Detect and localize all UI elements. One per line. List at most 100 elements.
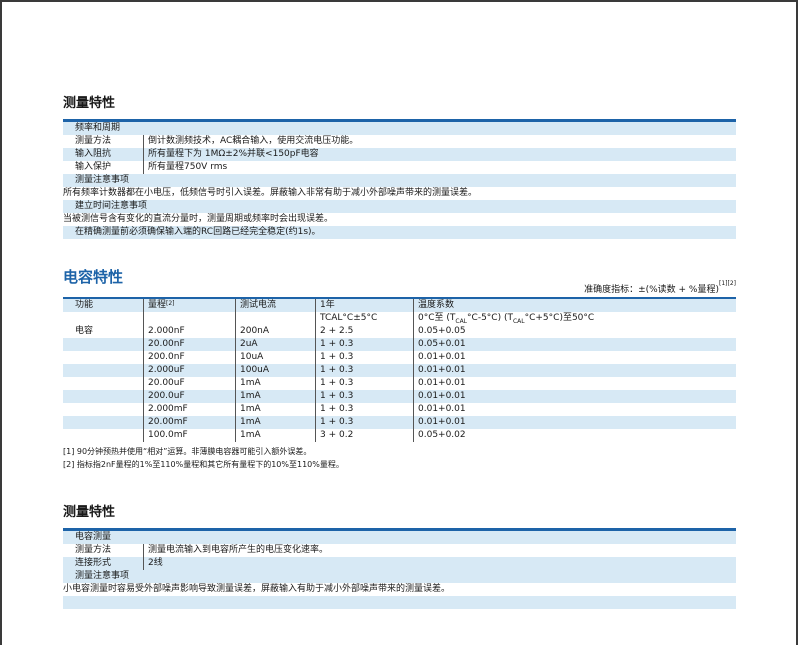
table-row: 2.000uF 100uA 1 + 0.3 0.01+0.01 (63, 364, 736, 377)
cell-tempco: 0.01+0.01 (413, 416, 466, 429)
cell-year: 1 + 0.3 (315, 377, 353, 390)
capacitance-measure-section: 测量特性 电容测量 测量方法 测量电流输入到电容所产生的电压变化速率。 连接形式… (63, 504, 736, 609)
cell-tempco: 0.05+0.02 (413, 429, 466, 442)
capacitance-spec-section: 电容特性 准确度指标：±(%读数 + %量程)[1][2] 功能 量程[2] 测… (63, 268, 736, 471)
cell-range: 100.0mF (143, 429, 188, 442)
cell-tempco: 0.01+0.01 (413, 351, 466, 364)
footnote: [2] 指标指2nF量程的1%至110%量程和其它所有量程下的10%至110%量… (63, 460, 344, 469)
subheader-tempco: 0°C至 (TCAL°C-5°C) (TCAL°C+5°C)至50°C (413, 312, 594, 325)
note-text: 在精确测量前必须确保输入端的RC回路已经完全稳定(约1s)。 (75, 227, 321, 237)
spec-label: 输入阻抗 (75, 149, 112, 159)
accuracy-note: 准确度指标：±(%读数 + %量程)[1][2] (584, 280, 736, 295)
cell-year: 1 + 0.3 (315, 390, 353, 403)
section-title: 测量特性 (63, 96, 116, 111)
cell-current: 1mA (235, 377, 261, 390)
spec-row: 输入保护 所有量程750V rms (63, 161, 736, 174)
col-header-function: 功能 (75, 300, 94, 310)
cell-tempco: 0.01+0.01 (413, 377, 466, 390)
spec-row: 测量方法 倒计数测频技术，AC耦合输入，使用交流电压功能。 (63, 135, 736, 148)
note-text: 小电容测量时容易受外部噪声影响导致测量误差，屏蔽输入有助于减小外部噪声带来的测量… (63, 584, 451, 594)
page-border-top (0, 0, 798, 2)
cell-current: 10uA (235, 351, 263, 364)
note-row: 在精确测量前必须确保输入端的RC回路已经完全稳定(约1s)。 (63, 226, 736, 239)
cell-tempco: 0.05+0.01 (413, 338, 466, 351)
note-row: 小电容测量时容易受外部噪声影响导致测量误差，屏蔽输入有助于减小外部噪声带来的测量… (63, 583, 736, 596)
cell-range: 20.00nF (143, 338, 185, 351)
cell-range: 20.00uF (143, 377, 185, 390)
cell-year: 3 + 0.2 (315, 429, 353, 442)
table-subheader-row: TCAL°C±5°C 0°C至 (TCAL°C-5°C) (TCAL°C+5°C… (63, 312, 736, 325)
col-header-tempco: 温度系数 (413, 299, 454, 312)
cell-tempco: 0.01+0.01 (413, 364, 466, 377)
group-header-row: 频率和周期 (63, 122, 736, 135)
notes-header: 测量注意事项 (75, 571, 130, 581)
col-header-range: 量程[2] (143, 299, 175, 312)
cell-year: 2 + 2.5 (315, 325, 353, 338)
col-header-current: 测试电流 (235, 299, 276, 312)
table-row: 200.0nF 10uA 1 + 0.3 0.01+0.01 (63, 351, 736, 364)
table-header-row: 功能 量程[2] 测试电流 1年 温度系数 (63, 297, 736, 312)
group-header-row: 电容测量 (63, 531, 736, 544)
table-row: 2.000mF 1mA 1 + 0.3 0.01+0.01 (63, 403, 736, 416)
spec-value: 所有量程750V rms (143, 161, 227, 174)
group-header: 电容测量 (75, 532, 112, 542)
cell-tempco: 0.01+0.01 (413, 403, 466, 416)
notes-header-row: 测量注意事项 (63, 570, 736, 583)
spec-row: 测量方法 测量电流输入到电容所产生的电压变化速率。 (63, 544, 736, 557)
note-row: 当被测信号含有变化的直流分量时，测量周期或频率时会出现误差。 (63, 213, 736, 226)
spec-label: 测量方法 (75, 545, 112, 555)
cell-year: 1 + 0.3 (315, 351, 353, 364)
section-title: 测量特性 (63, 505, 116, 520)
spec-value: 倒计数测频技术，AC耦合输入，使用交流电压功能。 (143, 135, 358, 148)
table-row: 200.0uF 1mA 1 + 0.3 0.01+0.01 (63, 390, 736, 403)
cell-year: 1 + 0.3 (315, 416, 353, 429)
cell-current: 200nA (235, 325, 269, 338)
table-row: 电容 2.000nF 200nA 2 + 2.5 0.05+0.05 (63, 325, 736, 338)
note-text: 所有频率计数器都在小电压，低频信号时引入误差。屏蔽输入非常有助于减小外部噪声带来… (63, 188, 478, 198)
spec-value: 2线 (143, 557, 163, 570)
spec-value: 测量电流输入到电容所产生的电压变化速率。 (143, 544, 328, 557)
settle-header-row: 建立时间注意事项 (63, 200, 736, 213)
spec-value: 所有量程下为 1MΩ±2%并联<150pF电容 (143, 148, 319, 161)
cell-current: 1mA (235, 390, 261, 403)
spec-row: 输入阻抗 所有量程下为 1MΩ±2%并联<150pF电容 (63, 148, 736, 161)
notes-header-row: 测量注意事项 (63, 174, 736, 187)
cell-current: 2uA (235, 338, 258, 351)
col-header-year: 1年 (315, 299, 335, 312)
cell-current: 100uA (235, 364, 269, 377)
blank-row (63, 596, 736, 609)
notes-header: 测量注意事项 (75, 175, 130, 185)
cell-function: 电容 (75, 326, 94, 336)
subheader-year: TCAL°C±5°C (315, 312, 377, 325)
cell-current: 1mA (235, 403, 261, 416)
cell-range: 200.0uF (143, 390, 185, 403)
note-text: 当被测信号含有变化的直流分量时，测量周期或频率时会出现误差。 (63, 214, 334, 224)
group-header: 频率和周期 (75, 123, 121, 133)
frequency-spec-section: 测量特性 频率和周期 测量方法 倒计数测频技术，AC耦合输入，使用交流电压功能。… (63, 95, 736, 239)
footnote: [1] 90分钟预热并使用“相对”运算。非薄膜电容器可能引入额外误差。 (63, 447, 312, 456)
spec-label: 连接形式 (75, 558, 112, 568)
table-row: 20.00nF 2uA 1 + 0.3 0.05+0.01 (63, 338, 736, 351)
cell-year: 1 + 0.3 (315, 364, 353, 377)
cell-tempco: 0.05+0.05 (413, 325, 466, 338)
table-row: 20.00uF 1mA 1 + 0.3 0.01+0.01 (63, 377, 736, 390)
spec-row: 连接形式 2线 (63, 557, 736, 570)
page-border-left (0, 0, 2, 645)
cell-range: 2.000nF (143, 325, 185, 338)
cell-year: 1 + 0.3 (315, 338, 353, 351)
table-row: 100.0mF 1mA 3 + 0.2 0.05+0.02 (63, 429, 736, 442)
cell-tempco: 0.01+0.01 (413, 390, 466, 403)
cell-range: 20.00mF (143, 416, 188, 429)
table-row: 20.00mF 1mA 1 + 0.3 0.01+0.01 (63, 416, 736, 429)
cell-range: 2.000uF (143, 364, 185, 377)
spec-label: 输入保护 (75, 162, 112, 172)
settle-header: 建立时间注意事项 (75, 201, 148, 211)
cell-year: 1 + 0.3 (315, 403, 353, 416)
note-row: 所有频率计数器都在小电压，低频信号时引入误差。屏蔽输入非常有助于减小外部噪声带来… (63, 187, 736, 200)
spec-label: 测量方法 (75, 136, 112, 146)
cell-range: 200.0nF (143, 351, 185, 364)
cell-current: 1mA (235, 429, 261, 442)
capacitance-table-body: 电容 2.000nF 200nA 2 + 2.5 0.05+0.05 20.00nF 2uA… (63, 325, 736, 442)
cell-current: 1mA (235, 416, 261, 429)
cell-range: 2.000mF (143, 403, 188, 416)
